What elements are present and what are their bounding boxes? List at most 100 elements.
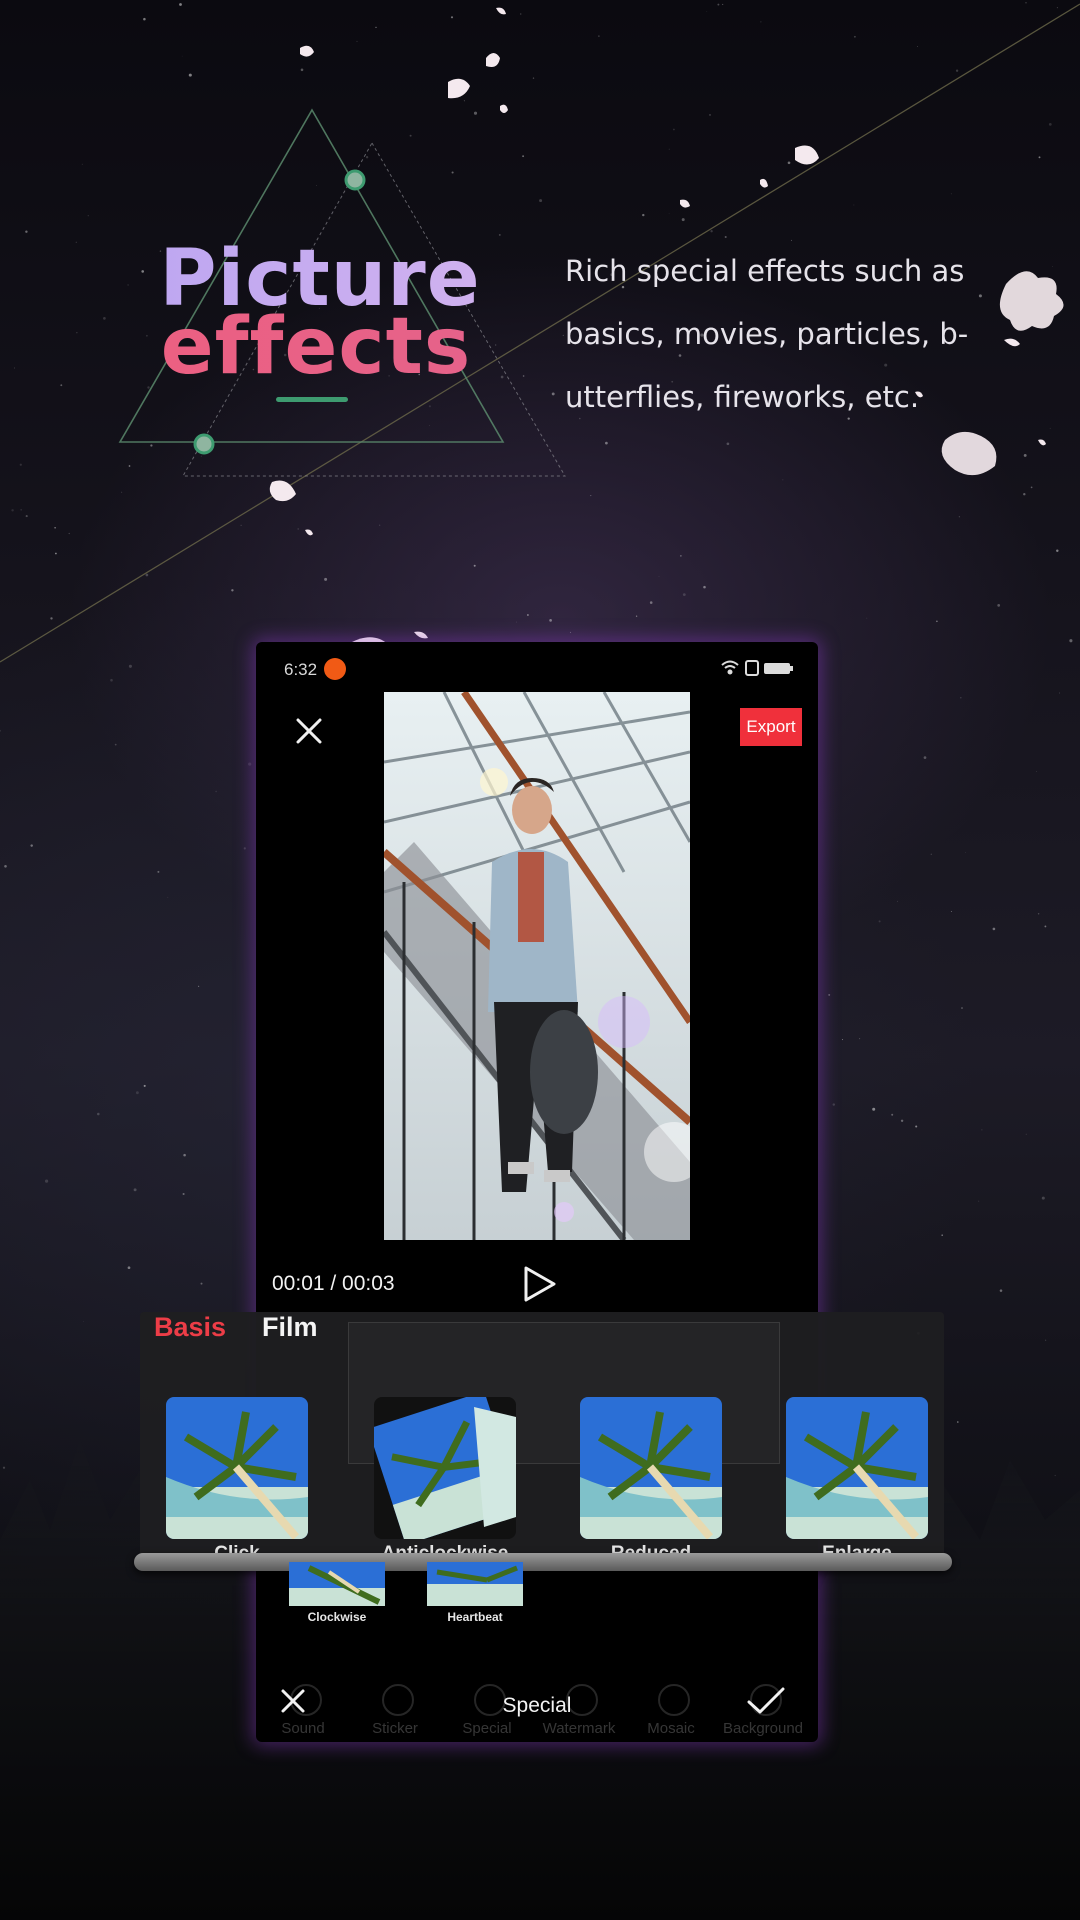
star <box>853 35 856 38</box>
star <box>532 77 535 79</box>
promo-screen: Picture effects Rich special effects suc… <box>0 0 1080 1920</box>
effects-panel: Basis Film Click <box>140 1312 944 1568</box>
sticker-icon <box>382 1684 414 1716</box>
star <box>997 604 1001 607</box>
export-button[interactable]: Export <box>740 708 802 746</box>
star <box>181 55 183 57</box>
star <box>722 3 724 5</box>
star <box>50 617 53 620</box>
toolbar-tab-special: Special <box>462 1720 512 1737</box>
effect-item-heartbeat[interactable]: Heartbeat <box>427 1562 523 1624</box>
cancel-icon[interactable] <box>280 1688 306 1714</box>
star <box>231 589 234 592</box>
star <box>1035 771 1037 773</box>
mosaic-icon <box>658 1684 690 1716</box>
effect-item-clockwise[interactable]: Clockwise <box>289 1562 385 1624</box>
star <box>726 442 730 446</box>
effect-item-anticlockwise[interactable]: Anticlockwise <box>374 1397 516 1567</box>
star <box>147 386 150 389</box>
bottom-toolbar: Sound Sticker Special Watermark Mosaic B… <box>256 1660 818 1740</box>
star <box>569 631 571 633</box>
star <box>965 852 967 854</box>
star <box>673 128 675 131</box>
star <box>710 230 713 233</box>
star <box>896 900 898 902</box>
tab-basis[interactable]: Basis <box>154 1312 226 1343</box>
close-icon[interactable] <box>294 716 324 746</box>
status-time: 6:32 <box>284 660 318 679</box>
tab-film[interactable]: Film <box>262 1312 318 1343</box>
star <box>978 1200 980 1202</box>
time-display: 00:01 / 00:03 <box>272 1272 395 1295</box>
star <box>135 1091 139 1095</box>
effect-thumbnail <box>374 1397 516 1539</box>
star <box>198 985 200 987</box>
star <box>1056 549 1059 553</box>
effect-thumbnail <box>166 1397 308 1539</box>
confirm-check-icon[interactable] <box>746 1686 786 1716</box>
star <box>143 17 146 21</box>
star <box>992 927 996 931</box>
star <box>787 161 791 165</box>
star <box>143 1084 146 1087</box>
effect-item-enlarge[interactable]: Enlarge <box>786 1397 928 1567</box>
star <box>315 184 317 186</box>
star <box>365 156 369 159</box>
description-line: Rich special effects such as <box>565 254 965 288</box>
effect-item-click[interactable]: Click <box>166 1397 308 1567</box>
star <box>127 1266 131 1270</box>
star <box>379 524 381 526</box>
star <box>709 113 711 116</box>
star <box>87 215 89 217</box>
star <box>243 847 246 850</box>
star <box>950 911 952 912</box>
star <box>54 526 56 529</box>
sim-icon <box>745 660 759 676</box>
star <box>248 762 252 766</box>
star <box>930 853 932 855</box>
star <box>642 213 645 217</box>
star <box>1023 492 1026 496</box>
star <box>866 617 868 619</box>
effect-thumbnail <box>786 1397 928 1539</box>
star <box>923 756 927 759</box>
star <box>1044 925 1047 928</box>
effect-item-reduced[interactable]: Reduced <box>580 1397 722 1567</box>
star <box>999 1289 1003 1292</box>
star <box>1052 266 1054 268</box>
effect-thumbnail <box>289 1562 385 1606</box>
star <box>520 13 522 15</box>
star <box>133 1188 137 1192</box>
star <box>668 213 670 215</box>
star <box>498 233 501 236</box>
star <box>30 844 33 847</box>
effect-thumbnail <box>580 1397 722 1539</box>
star <box>188 73 192 77</box>
star <box>25 230 28 233</box>
toolbar-tab-watermark: Watermark <box>542 1720 616 1737</box>
star <box>0 729 1 732</box>
star <box>215 790 217 793</box>
star <box>703 585 706 589</box>
star <box>717 3 720 6</box>
star <box>81 163 83 165</box>
star <box>598 35 600 37</box>
star <box>958 516 961 518</box>
play-icon[interactable] <box>518 1264 558 1304</box>
star <box>110 678 113 682</box>
star <box>955 69 959 72</box>
star <box>97 1112 100 1116</box>
star <box>240 524 242 526</box>
star <box>551 392 555 396</box>
notification-app-icon <box>324 658 346 680</box>
star <box>859 1038 861 1040</box>
star <box>183 1153 186 1157</box>
toolbar-tab-background: Background <box>722 1720 804 1737</box>
star <box>936 620 938 623</box>
video-preview[interactable] <box>384 692 690 1240</box>
effects-shelf <box>134 1553 952 1571</box>
star <box>451 171 454 174</box>
toolbar-tab-sticker: Sticker <box>372 1720 418 1737</box>
battery-icon <box>764 663 790 674</box>
star <box>157 870 160 873</box>
